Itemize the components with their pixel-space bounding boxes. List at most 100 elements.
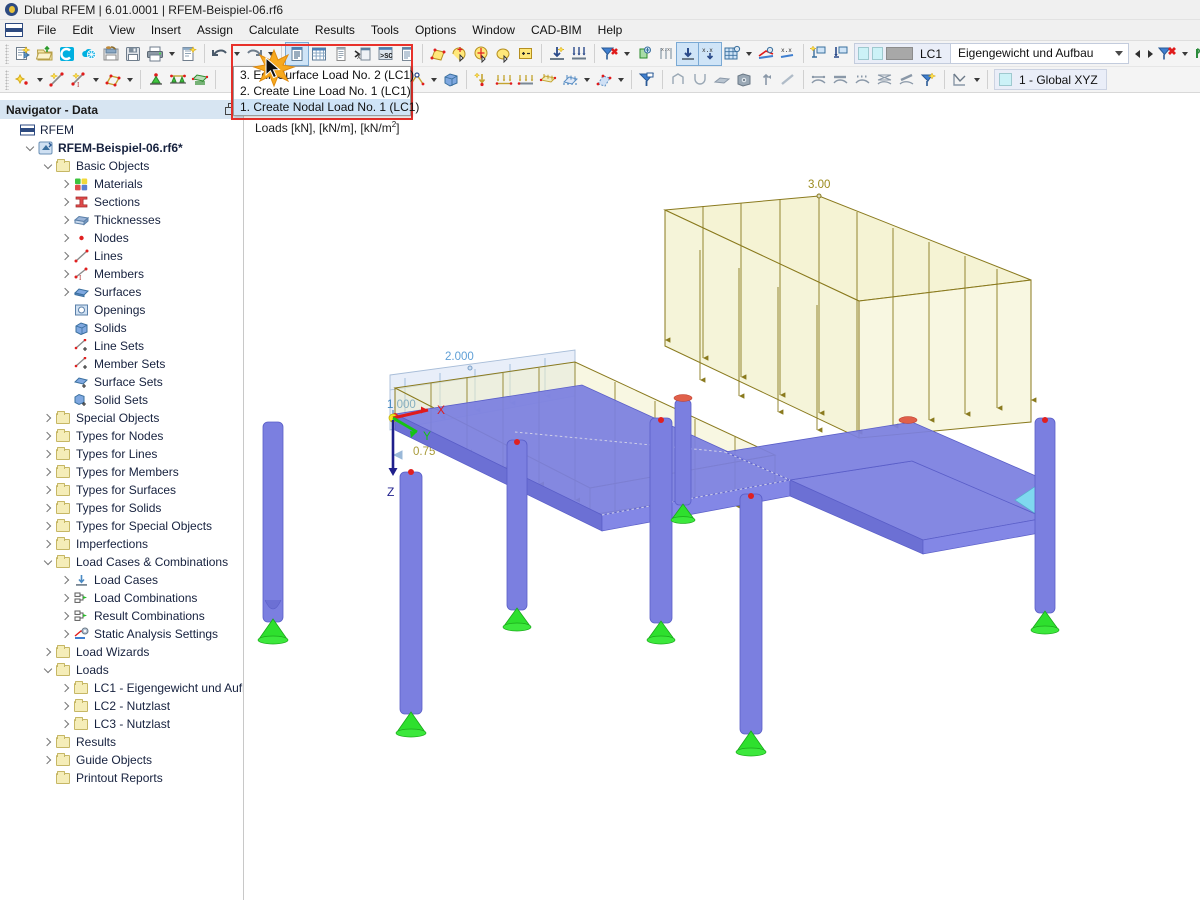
tree-expander-closed[interactable]	[58, 625, 73, 643]
snap-values-icon[interactable]: x.x	[777, 43, 799, 65]
menu-file[interactable]: File	[29, 21, 64, 39]
tree-item-openings[interactable]: Openings	[0, 301, 243, 319]
coordinate-system-selector[interactable]: 1 - Global XYZ	[994, 69, 1107, 90]
mirror-icon[interactable]	[471, 43, 493, 65]
line-support-icon[interactable]	[167, 69, 189, 91]
delete-load-icon[interactable]	[599, 43, 621, 65]
tree-item-solids[interactable]: Solids	[0, 319, 243, 337]
tree-expander-closed[interactable]	[40, 409, 55, 427]
delete-all-loads-icon[interactable]	[1157, 43, 1179, 65]
new-node-icon[interactable]	[12, 69, 34, 91]
tree-expander-closed[interactable]	[40, 427, 55, 445]
tree-expander-closed[interactable]	[58, 229, 73, 247]
tree-item-members[interactable]: I Members	[0, 265, 243, 283]
print-dropdown[interactable]	[166, 43, 178, 65]
redo-dropdown-arrow[interactable]	[265, 43, 277, 65]
snap-icon[interactable]	[755, 43, 777, 65]
tree-expander-closed[interactable]	[40, 517, 55, 535]
table-panel-icon[interactable]	[308, 43, 330, 65]
tree-expander-closed[interactable]	[40, 481, 55, 499]
menu-edit[interactable]: Edit	[64, 21, 101, 39]
chevron-down-icon[interactable]	[1110, 44, 1129, 63]
tree-expander-closed[interactable]	[58, 571, 73, 589]
tree-item-rfem[interactable]: RFEM	[0, 121, 243, 139]
print-preview-icon[interactable]	[178, 43, 200, 65]
menu-window[interactable]: Window	[464, 21, 523, 39]
imperfection-icon[interactable]	[593, 69, 615, 91]
tree-expander-closed[interactable]	[58, 589, 73, 607]
result-star-icon[interactable]	[918, 69, 940, 91]
menu-insert[interactable]: Insert	[143, 21, 189, 39]
node-dropdown[interactable]	[34, 69, 46, 91]
view-line-icon[interactable]	[777, 69, 799, 91]
new-member-icon[interactable]: I	[68, 69, 90, 91]
undo-history-item[interactable]: 1. Create Nodal Load No. 1 (LC1)	[234, 99, 419, 115]
result-diagram-3-icon[interactable]	[852, 69, 874, 91]
tree-expander-closed[interactable]	[40, 499, 55, 517]
tree-item-lc2-nutzlast[interactable]: LC2 - Nutzlast	[0, 697, 243, 715]
result-mesh-icon[interactable]	[874, 69, 896, 91]
tree-item-surface-sets[interactable]: Surface Sets	[0, 373, 243, 391]
redo-icon[interactable]	[243, 43, 265, 65]
tree-item-materials[interactable]: Materials	[0, 175, 243, 193]
member-dropdown[interactable]	[90, 69, 102, 91]
delete-dropdown[interactable]	[621, 43, 633, 65]
tree-item-types-for-nodes[interactable]: Types for Nodes	[0, 427, 243, 445]
tree-item-types-for-members[interactable]: Types for Members	[0, 463, 243, 481]
tree-expander-closed[interactable]	[40, 751, 55, 769]
insert-line-load-icon[interactable]	[568, 43, 590, 65]
tree-item-solid-sets[interactable]: Solid Sets	[0, 391, 243, 409]
tree-item-load-cases[interactable]: Load Cases	[0, 571, 243, 589]
tree-expander-open[interactable]	[22, 139, 37, 157]
show-loads-icon[interactable]	[676, 41, 700, 66]
new-surface-icon[interactable]	[102, 69, 124, 91]
previous-load-case-arrow[interactable]	[1131, 43, 1144, 65]
toolbar-grip[interactable]	[5, 43, 9, 64]
view-section-icon[interactable]	[689, 69, 711, 91]
undo-history-item[interactable]: 2. Create Line Load No. 1 (LC1)	[234, 83, 411, 99]
tree-expander-closed[interactable]	[58, 265, 73, 283]
view-zoom-icon[interactable]	[755, 69, 777, 91]
tree-item-load-wizards[interactable]: Load Wizards	[0, 643, 243, 661]
tree-expander-closed[interactable]	[40, 463, 55, 481]
view-cube-icon[interactable]	[733, 69, 755, 91]
tree-expander-closed[interactable]	[58, 607, 73, 625]
move-copy-icon[interactable]	[427, 43, 449, 65]
tree-item-member-sets[interactable]: Member Sets	[0, 355, 243, 373]
hinge-dropdown[interactable]	[428, 69, 440, 91]
cloud-model-icon[interactable]	[78, 43, 100, 65]
undo-dropdown-arrow[interactable]	[231, 43, 243, 65]
tree-item-lc3-nutzlast[interactable]: LC3 - Nutzlast	[0, 715, 243, 733]
tree-item-results[interactable]: Results	[0, 733, 243, 751]
load-case-selector[interactable]: LC1 Eigengewicht und Aufbau	[854, 43, 1130, 64]
menu-options[interactable]: Options	[407, 21, 464, 39]
free-load-icon[interactable]	[559, 69, 581, 91]
result-slice-icon[interactable]	[896, 69, 918, 91]
surface-load-icon[interactable]	[537, 69, 559, 91]
tree-item-types-for-lines[interactable]: Types for Lines	[0, 445, 243, 463]
undo-history-dropdown[interactable]: 3. Edit Surface Load No. 2 (LC1) 2. Creat…	[233, 66, 419, 116]
result-diagram-1-icon[interactable]	[808, 69, 830, 91]
tree-expander-open[interactable]	[40, 157, 55, 175]
tree-expander-closed[interactable]	[40, 445, 55, 463]
navigator-panel-icon[interactable]	[285, 41, 309, 66]
load-dropdown[interactable]	[581, 69, 593, 91]
new-line-icon[interactable]	[46, 69, 68, 91]
save-icon[interactable]	[122, 43, 144, 65]
new-model-icon[interactable]	[12, 43, 34, 65]
save-as-icon[interactable]	[100, 43, 122, 65]
tree-item-types-for-special-objects[interactable]: Types for Special Objects	[0, 517, 243, 535]
tree-item-lc1-eigengewicht-und-aufbau[interactable]: LC1 - Eigengewicht und Aufbau	[0, 679, 243, 697]
view-plane-icon[interactable]	[711, 69, 733, 91]
undo-history-item[interactable]: 3. Edit Surface Load No. 2 (LC1)	[234, 67, 414, 83]
to-excel-icon[interactable]: X	[352, 43, 374, 65]
model-viewport-3d[interactable]: Loads [kN], [kN/m], [kN/m2] 3.00 2.000 1…	[245, 100, 1200, 900]
cloud-connect-icon[interactable]	[56, 43, 78, 65]
open-file-icon[interactable]	[34, 43, 56, 65]
menu-view[interactable]: View	[101, 21, 143, 39]
tree-expander-open[interactable]	[40, 553, 55, 571]
tree-expander-closed[interactable]	[58, 211, 73, 229]
tree-item-printout-reports[interactable]: Printout Reports	[0, 769, 243, 787]
solid-icon[interactable]	[440, 69, 462, 91]
member-load-icon[interactable]	[515, 69, 537, 91]
